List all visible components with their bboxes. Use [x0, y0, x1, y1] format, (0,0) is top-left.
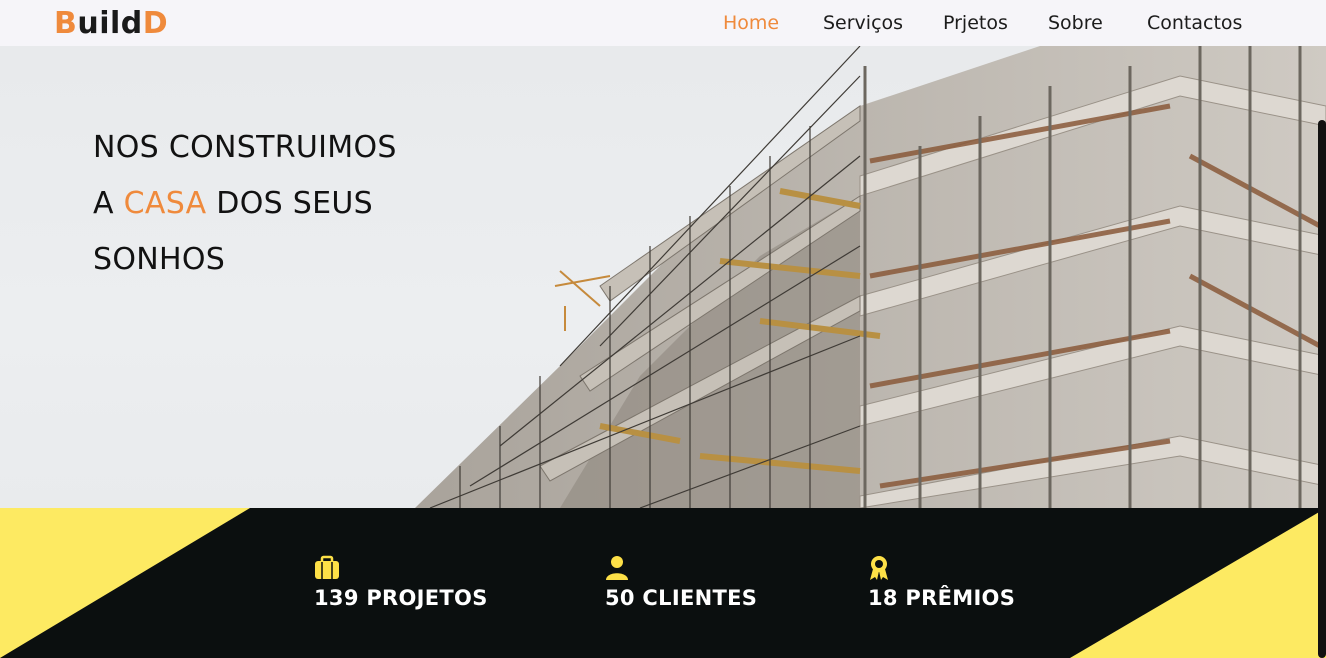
- award-icon: [870, 556, 888, 580]
- top-navbar: BuildD Home Serviços Prjetos Sobre Conta…: [0, 0, 1326, 46]
- hero-highlight: CASA: [123, 186, 207, 221]
- stat-projects-label: 139 PROJETOS: [314, 586, 488, 610]
- stat-clients-label: 50 CLIENTES: [605, 586, 758, 610]
- hero-line-2-prefix: A: [93, 186, 124, 221]
- main-nav: Home Serviços Prjetos Sobre Contactos: [0, 12, 1326, 36]
- briefcase-icon: [315, 555, 339, 579]
- user-icon: [606, 556, 628, 580]
- stat-clients: 50 CLIENTES: [605, 554, 757, 610]
- nav-contactos[interactable]: Contactos: [1147, 12, 1242, 34]
- nav-sobre[interactable]: Sobre: [1048, 12, 1103, 34]
- hero-headline: NOS CONSTRUIMOS A CASA DOS SEUS SONHOS: [93, 120, 397, 288]
- hero-line-2-suffix: DOS SEUS: [206, 186, 373, 221]
- nav-projetos[interactable]: Prjetos: [943, 12, 1008, 34]
- stat-awards-label: 18 PRÊMIOS: [868, 586, 1016, 610]
- hero-line-2: A CASA DOS SEUS: [93, 176, 397, 232]
- nav-servicos[interactable]: Serviços: [823, 12, 903, 34]
- page-scrollbar[interactable]: [1318, 120, 1326, 658]
- nav-home[interactable]: Home: [723, 12, 779, 34]
- stat-projects: 139 PROJETOS: [314, 554, 488, 610]
- stats-band: 139 PROJETOS 50 CLIENTES 18 PRÊMIOS: [0, 508, 1326, 658]
- hero-line-3: SONHOS: [93, 242, 226, 277]
- hero-section: NOS CONSTRUIMOS A CASA DOS SEUS SONHOS: [0, 46, 1326, 508]
- stat-awards: 18 PRÊMIOS: [868, 554, 1015, 610]
- hero-line-1: NOS CONSTRUIMOS: [93, 130, 397, 165]
